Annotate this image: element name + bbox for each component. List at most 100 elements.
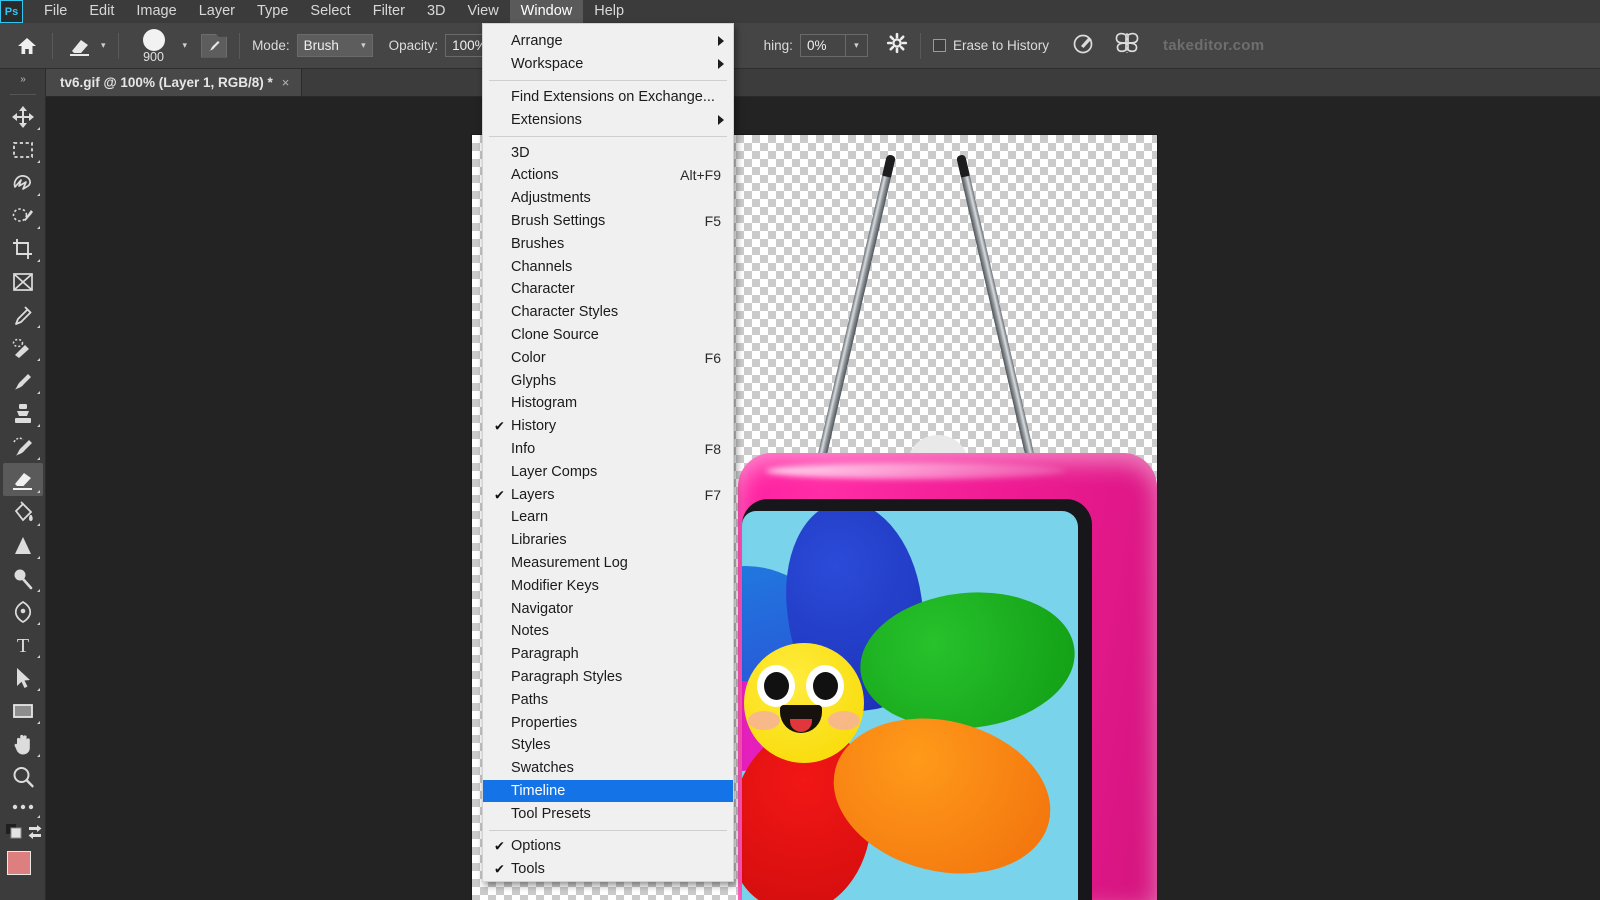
- menu-select[interactable]: Select: [299, 0, 361, 23]
- hand-tool[interactable]: [3, 727, 43, 760]
- window-menu-item-notes[interactable]: Notes: [483, 620, 733, 643]
- window-menu-item-properties[interactable]: Properties: [483, 711, 733, 734]
- flyout-corner: [36, 325, 40, 328]
- window-menu-item-measurement-log[interactable]: Measurement Log: [483, 552, 733, 575]
- eraser-tool[interactable]: [2, 463, 43, 496]
- window-menu-item-brush-settings[interactable]: Brush Settings F5: [483, 210, 733, 233]
- window-menu-item-paragraph-styles[interactable]: Paragraph Styles: [483, 666, 733, 689]
- window-menu-item-clone-source[interactable]: Clone Source: [483, 324, 733, 347]
- window-menu-item-color[interactable]: Color F6: [483, 346, 733, 369]
- window-menu-item-learn[interactable]: Learn: [483, 506, 733, 529]
- window-menu-item-tool-presets[interactable]: Tool Presets: [483, 802, 733, 825]
- frame-tool[interactable]: [3, 265, 43, 298]
- window-menu-item-brushes[interactable]: Brushes: [483, 232, 733, 255]
- menu-help[interactable]: Help: [583, 0, 635, 23]
- color-swatches[interactable]: [3, 849, 45, 889]
- window-menu-item-timeline[interactable]: Timeline: [483, 779, 733, 803]
- rectangle-tool[interactable]: [3, 694, 43, 727]
- dodge-tool[interactable]: [3, 562, 43, 595]
- home-icon[interactable]: [14, 33, 40, 59]
- spot-healing-brush-tool[interactable]: [3, 331, 43, 364]
- double-chevron-right-icon[interactable]: »: [0, 69, 46, 89]
- window-menu-item-3d[interactable]: 3D: [483, 141, 733, 164]
- crop-tool[interactable]: [3, 232, 43, 265]
- history-brush-tool[interactable]: [3, 430, 43, 463]
- symmetry-butterfly-icon[interactable]: [1113, 31, 1141, 60]
- zoom-tool[interactable]: [3, 760, 43, 793]
- window-menu-item-layer-comps[interactable]: Layer Comps: [483, 460, 733, 483]
- path-selection-tool[interactable]: [3, 661, 43, 694]
- gradient-tool[interactable]: [3, 496, 43, 529]
- flow-slider-chevron-down-icon[interactable]: ▾: [845, 34, 868, 57]
- menu-image[interactable]: Image: [125, 0, 187, 23]
- erase-to-history-checkbox[interactable]: Erase to History: [932, 38, 1049, 53]
- menu-layer[interactable]: Layer: [188, 0, 246, 23]
- close-icon[interactable]: ×: [282, 75, 290, 90]
- window-menu-item-options[interactable]: ✔ Options: [483, 835, 733, 858]
- brush-preset-picker[interactable]: 900: [131, 25, 177, 67]
- window-menu-item-channels[interactable]: Channels: [483, 255, 733, 278]
- flow-input[interactable]: 0%: [799, 34, 846, 57]
- window-menu-item-paths[interactable]: Paths: [483, 688, 733, 711]
- horizontal-type-tool[interactable]: T: [3, 628, 43, 661]
- blend-mode-select[interactable]: Brush ▾: [296, 34, 373, 57]
- window-menu-item-info[interactable]: Info F8: [483, 438, 733, 461]
- menu-item-label: Brushes: [511, 235, 565, 252]
- move-tool[interactable]: [3, 100, 43, 133]
- tool-preset-chevron-down-icon[interactable]: ▾: [101, 40, 106, 51]
- window-menu-item-extensions[interactable]: Extensions: [483, 108, 733, 131]
- window-menu-item-adjustments[interactable]: Adjustments: [483, 187, 733, 210]
- brush-settings-panel-icon[interactable]: [201, 33, 228, 58]
- window-menu-item-styles[interactable]: Styles: [483, 734, 733, 757]
- eyedropper-tool[interactable]: [3, 298, 43, 331]
- brush-tool[interactable]: [3, 364, 43, 397]
- tv-highlight: [766, 463, 1066, 479]
- rectangular-marquee-tool[interactable]: [3, 133, 43, 166]
- canvas-area[interactable]: [46, 97, 1600, 900]
- window-menu-dropdown[interactable]: Arrange Workspace Find Extensions on Excha…: [482, 23, 734, 882]
- quick-mask-icon[interactable]: [5, 823, 25, 846]
- menu-type[interactable]: Type: [246, 0, 299, 23]
- menu-edit[interactable]: Edit: [78, 0, 125, 23]
- window-menu-item-actions[interactable]: Actions Alt+F9: [483, 164, 733, 187]
- lasso-tool[interactable]: [3, 166, 43, 199]
- divider: [117, 32, 119, 59]
- document-tab[interactable]: tv6.gif @ 100% (Layer 1, RGB/8) * ×: [46, 69, 303, 96]
- menu-filter[interactable]: Filter: [362, 0, 416, 23]
- window-menu-item-swatches[interactable]: Swatches: [483, 757, 733, 780]
- window-menu-item-arrange[interactable]: Arrange: [483, 30, 733, 53]
- window-menu-item-history[interactable]: ✔ History: [483, 415, 733, 438]
- current-tool-eraser-icon[interactable]: [65, 33, 95, 59]
- object-selection-tool[interactable]: [3, 199, 43, 232]
- screen-mode-icon[interactable]: [27, 824, 43, 845]
- menu-file[interactable]: File: [33, 0, 78, 23]
- window-menu-item-navigator[interactable]: Navigator: [483, 597, 733, 620]
- blur-tool[interactable]: [3, 529, 43, 562]
- window-menu-item-layers[interactable]: ✔ Layers F7: [483, 483, 733, 506]
- window-menu-item-histogram[interactable]: Histogram: [483, 392, 733, 415]
- menu-item-shortcut: F8: [704, 440, 721, 457]
- menu-3d[interactable]: 3D: [416, 0, 457, 23]
- window-menu-item-paragraph[interactable]: Paragraph: [483, 643, 733, 666]
- window-menu-item-character[interactable]: Character: [483, 278, 733, 301]
- menu-view[interactable]: View: [457, 0, 510, 23]
- menu-window[interactable]: Window: [509, 0, 584, 23]
- menu-item-label: Info: [511, 440, 536, 457]
- foreground-color-swatch[interactable]: [6, 851, 31, 875]
- window-menu-item-tools[interactable]: ✔ Tools: [483, 858, 733, 881]
- clone-stamp-tool[interactable]: [3, 397, 43, 430]
- brush-preset-chevron-down-icon[interactable]: ▾: [183, 40, 188, 51]
- pen-tool[interactable]: [3, 595, 43, 628]
- tablet-pressure-size-icon[interactable]: [1071, 30, 1097, 61]
- window-menu-item-modifier-keys[interactable]: Modifier Keys: [483, 574, 733, 597]
- window-menu-item-find-extensions-on-exchange[interactable]: Find Extensions on Exchange...: [483, 86, 733, 109]
- healing-brush-icon: [12, 338, 29, 358]
- window-menu-item-workspace[interactable]: Workspace: [483, 53, 733, 76]
- airbrush-gear-icon[interactable]: [886, 32, 908, 59]
- window-menu-item-libraries[interactable]: Libraries: [483, 529, 733, 552]
- window-menu-item-character-styles[interactable]: Character Styles: [483, 301, 733, 324]
- erase-to-history-label: Erase to History: [952, 38, 1049, 53]
- check-icon: ✔: [494, 838, 505, 854]
- window-menu-item-glyphs[interactable]: Glyphs: [483, 369, 733, 392]
- edit-toolbar-ellipsis-icon[interactable]: [3, 793, 43, 821]
